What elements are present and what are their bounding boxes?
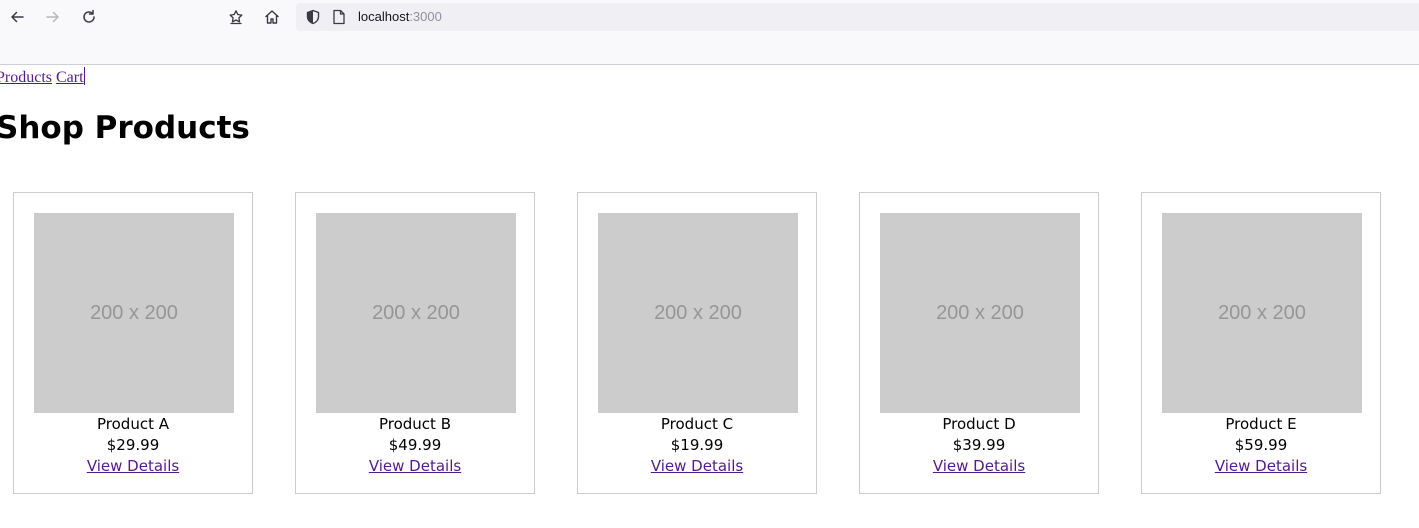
product-name: Product D xyxy=(942,415,1016,433)
home-icon xyxy=(265,10,279,24)
product-image-placeholder: 200 x 200 xyxy=(880,213,1080,413)
view-details-link[interactable]: View Details xyxy=(651,457,743,475)
forward-button[interactable] xyxy=(40,4,66,30)
view-details-link[interactable]: View Details xyxy=(933,457,1025,475)
view-details-container: View Details xyxy=(860,456,1098,476)
url-bar[interactable]: localhost:3000 xyxy=(296,3,1419,31)
product-card: 200 x 200 Product B $49.99 View Details xyxy=(295,192,535,494)
product-image-placeholder: 200 x 200 xyxy=(1162,213,1362,413)
url-text[interactable]: localhost:3000 xyxy=(358,9,442,24)
view-details-container: View Details xyxy=(296,456,534,476)
product-price: $49.99 xyxy=(388,436,442,454)
product-image-placeholder: 200 x 200 xyxy=(34,213,234,413)
page-icon[interactable] xyxy=(332,9,346,25)
view-details-container: View Details xyxy=(14,456,252,476)
page-title: Shop Products xyxy=(0,110,250,146)
product-price: $19.99 xyxy=(670,436,724,454)
bookmark-star-icon xyxy=(229,10,243,25)
back-button[interactable] xyxy=(4,4,30,30)
url-host: localhost xyxy=(358,9,410,24)
product-image-placeholder: 200 x 200 xyxy=(598,213,798,413)
product-name: Product A xyxy=(97,415,169,433)
view-details-container: View Details xyxy=(1142,456,1380,476)
product-card: 200 x 200 Product C $19.99 View Details xyxy=(577,192,817,494)
image-size-label: 200 x 200 xyxy=(936,301,1024,324)
image-size-label: 200 x 200 xyxy=(90,301,178,324)
product-card: 200 x 200 Product E $59.99 View Details xyxy=(1141,192,1381,494)
forward-arrow-icon xyxy=(46,11,59,23)
reload-button[interactable] xyxy=(76,4,102,30)
nav-link-cart[interactable]: Cart xyxy=(56,69,84,86)
top-nav: Products Cart xyxy=(0,67,85,87)
product-card: 200 x 200 Product D $39.99 View Details xyxy=(859,192,1099,494)
nav-link-products[interactable]: Products xyxy=(0,69,52,86)
view-details-container: View Details xyxy=(578,456,816,476)
reload-icon xyxy=(83,9,95,23)
view-details-link[interactable]: View Details xyxy=(369,457,461,475)
page-content: Products Cart Shop Products 200 x 200 Pr… xyxy=(0,65,1419,528)
product-image-placeholder: 200 x 200 xyxy=(316,213,516,413)
browser-toolbar: localhost:3000 xyxy=(0,0,1419,65)
product-card: 200 x 200 Product A $29.99 View Details xyxy=(13,192,253,494)
product-name: Product B xyxy=(378,415,451,433)
image-size-label: 200 x 200 xyxy=(654,301,742,324)
product-name: Product C xyxy=(660,415,734,433)
product-price: $39.99 xyxy=(952,436,1006,454)
product-price: $59.99 xyxy=(1234,436,1288,454)
url-port: :3000 xyxy=(409,9,442,24)
view-details-link[interactable]: View Details xyxy=(1215,457,1307,475)
home-button[interactable] xyxy=(259,4,285,30)
text-caret xyxy=(83,67,85,85)
shield-icon[interactable] xyxy=(305,9,321,25)
bookmarks-button[interactable] xyxy=(223,4,249,30)
product-price: $29.99 xyxy=(106,436,160,454)
back-arrow-icon xyxy=(11,11,24,23)
view-details-link[interactable]: View Details xyxy=(87,457,179,475)
product-name: Product E xyxy=(1225,415,1297,433)
image-size-label: 200 x 200 xyxy=(1218,301,1306,324)
image-size-label: 200 x 200 xyxy=(372,301,460,324)
